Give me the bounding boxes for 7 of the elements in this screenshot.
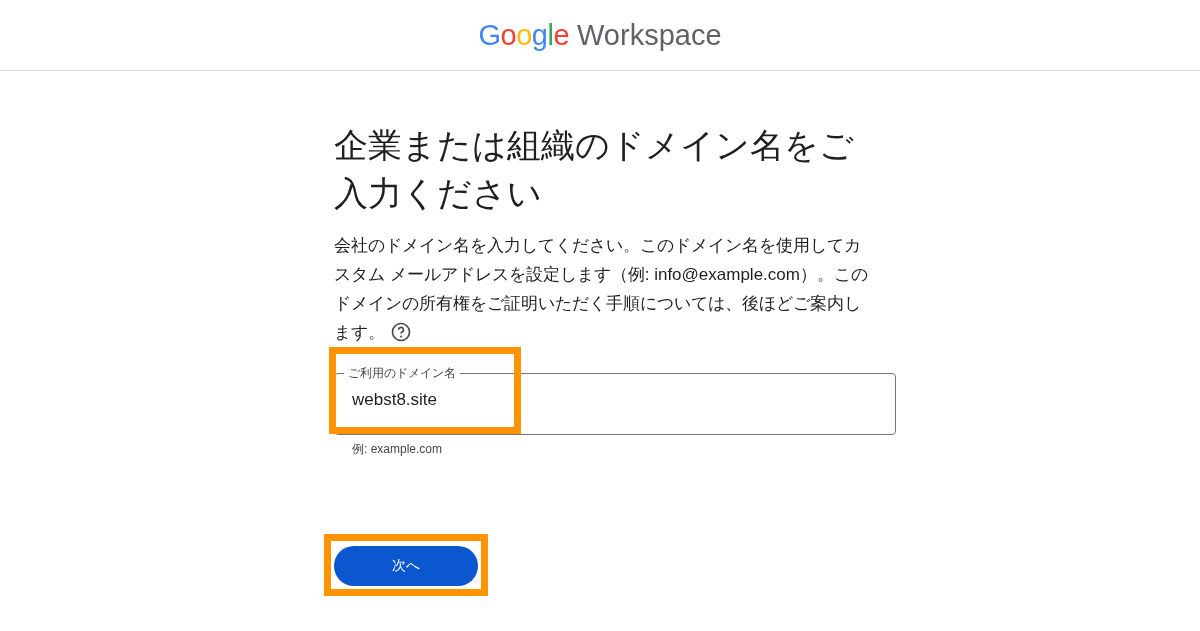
field-value: webst8.site — [352, 389, 438, 410]
field-label: ご利用のドメイン名 — [347, 365, 457, 382]
description-text: 会社のドメイン名を入力してください。このドメイン名を使用してカスタム メールアドレスを設定します（例: info@example.com）。このドメインの所有権をご証明いただく手順については、後ほどご案内します。 — [334, 235, 868, 344]
helper-text: 例: example.com — [352, 441, 444, 458]
google-workspace-logo: Google Workspace — [478, 18, 722, 52]
next-button[interactable]: 次へ — [334, 546, 478, 586]
page-title: 企業または組織のドメイン名をご入力ください — [334, 125, 855, 214]
